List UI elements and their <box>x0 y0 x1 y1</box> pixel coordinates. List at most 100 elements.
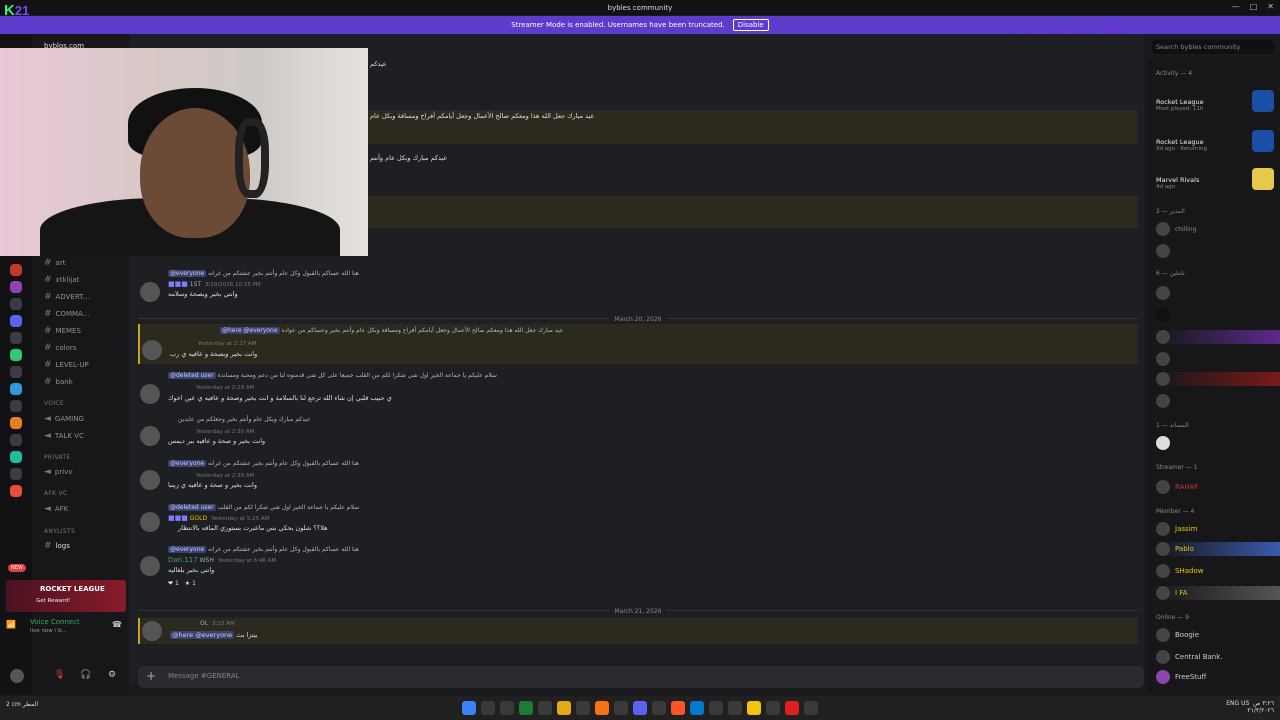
message-input[interactable]: + Message #GENERAL <box>138 666 1144 688</box>
app-icon[interactable] <box>652 701 666 715</box>
disconnect-icon[interactable]: ☎ <box>112 620 122 629</box>
app-icon[interactable] <box>804 701 818 715</box>
app-icon[interactable] <box>766 701 780 715</box>
minimize-icon[interactable]: — <box>1232 2 1240 11</box>
channel-level-up[interactable]: # LEVEL-UP <box>44 360 89 370</box>
server-icon[interactable] <box>10 298 22 310</box>
channel-memes[interactable]: # MEMES <box>44 326 81 336</box>
member-item[interactable] <box>1156 394 1280 408</box>
avatar[interactable] <box>10 669 24 683</box>
emoji-reaction[interactable]: ★ 1 <box>185 580 196 587</box>
avatar[interactable] <box>140 470 160 490</box>
server-icon[interactable] <box>10 468 22 480</box>
app-icon[interactable] <box>747 701 761 715</box>
gear-icon[interactable]: ⚙ <box>108 670 116 680</box>
close-icon[interactable]: ✕ <box>1267 2 1274 11</box>
folder-icon[interactable] <box>557 701 571 715</box>
activity-item[interactable]: Rocket League 9d ago · Returning <box>1156 130 1274 152</box>
headphones-icon[interactable]: 🎧 <box>80 670 91 680</box>
category-voice[interactable]: VOICE <box>44 400 64 407</box>
avatar[interactable] <box>142 621 162 641</box>
search-input[interactable]: Search bybles community <box>1152 40 1274 54</box>
firefox-icon[interactable] <box>595 701 609 715</box>
server-icon[interactable] <box>10 332 22 344</box>
maximize-icon[interactable]: □ <box>1250 2 1258 11</box>
member-item[interactable] <box>1156 330 1280 344</box>
reply-preview[interactable]: عيدكم مبارك وبكل عام وأنتم بخير وجعلكم م… <box>178 416 311 423</box>
vscode-icon[interactable] <box>690 701 704 715</box>
server-icon[interactable] <box>10 451 22 463</box>
channel-privv[interactable]: ◄ privv <box>44 467 72 477</box>
mute-icon[interactable]: 🎙 <box>54 670 65 680</box>
server-icon[interactable] <box>10 434 22 446</box>
reply-preview[interactable]: @deleted user سلام عليكم يا جماعة الخير … <box>168 504 359 511</box>
activity-item[interactable]: Marvel Rivals 4d ago <box>1156 168 1274 190</box>
reply-preview[interactable]: @here @everyone عيد مبارك جعل الله هذا و… <box>220 327 563 334</box>
member-item[interactable] <box>1156 436 1280 450</box>
app-icon[interactable] <box>538 701 552 715</box>
server-icon[interactable] <box>10 366 22 378</box>
member-pablo[interactable]: Pablo <box>1156 542 1280 556</box>
category-afk[interactable]: AFK VC <box>44 490 68 497</box>
brave-icon[interactable] <box>671 701 685 715</box>
reply-preview[interactable]: @everyone هنا الله عساكم بالقبول وكل عام… <box>168 460 359 467</box>
category-analysts[interactable]: ANYLISTS <box>44 528 75 535</box>
system-tray[interactable]: ENG US ٣:٢٦ ص ٢١/٣/٢٠٢٦ <box>1226 700 1274 714</box>
disable-button[interactable]: Disable <box>732 19 769 31</box>
voice-channel-talk[interactable]: ◄ TALK VC <box>44 431 84 441</box>
taskview-icon[interactable] <box>500 701 514 715</box>
reply-preview[interactable]: @everyone هنا الله عساكم بالقبول وكل عام… <box>168 546 359 553</box>
avatar[interactable] <box>140 426 160 446</box>
app-icon[interactable] <box>576 701 590 715</box>
voice-channel-gaming[interactable]: ◄ GAMING <box>44 414 84 424</box>
member-ifa[interactable]: I FA <box>1156 586 1280 600</box>
channel-colors[interactable]: # colors <box>44 343 76 353</box>
app-icon[interactable] <box>614 701 628 715</box>
activity-item[interactable]: Rocket League Most played: 11h <box>1156 90 1274 112</box>
server-icon[interactable] <box>10 281 22 293</box>
app-icon[interactable] <box>728 701 742 715</box>
server-icon[interactable] <box>10 485 22 497</box>
avatar[interactable] <box>140 556 160 576</box>
member-item[interactable] <box>1156 244 1280 258</box>
channel-afk[interactable]: ◄ AFK <box>44 504 68 514</box>
reply-preview[interactable]: @deleted user سلام عليكم يا جماعة الخير … <box>168 372 497 379</box>
member-item[interactable] <box>1156 308 1280 322</box>
server-icon[interactable] <box>10 383 22 395</box>
channel-art[interactable]: # art <box>44 258 65 268</box>
discord-icon[interactable] <box>633 701 647 715</box>
server-icon[interactable] <box>10 349 22 361</box>
avatar[interactable] <box>142 340 162 360</box>
heart-reaction[interactable]: ❤ 1 <box>168 580 179 587</box>
member-boogie[interactable]: Boogie <box>1156 628 1280 642</box>
avatar[interactable] <box>140 512 160 532</box>
member-jassim[interactable]: Jassim <box>1156 522 1280 536</box>
start-icon[interactable] <box>462 701 476 715</box>
member-item[interactable] <box>1156 286 1280 300</box>
channel-logs[interactable]: # logs <box>44 541 70 551</box>
app-icon[interactable] <box>709 701 723 715</box>
member-central-bank[interactable]: Central Bank. <box>1156 650 1280 664</box>
reply-preview[interactable]: @everyone هنا الله عساكم بالقبول وكل عام… <box>168 270 359 277</box>
search-icon[interactable] <box>481 701 495 715</box>
avatar[interactable] <box>140 384 160 404</box>
member-item[interactable]: chilling <box>1156 222 1280 236</box>
member-shadow[interactable]: SHadow <box>1156 564 1280 578</box>
member-item[interactable]: RAHAF <box>1156 480 1280 494</box>
channel-comma[interactable]: # COMMA... <box>44 309 89 319</box>
channel-bank[interactable]: # bank <box>44 377 73 387</box>
server-icon[interactable] <box>10 417 22 429</box>
weather-widget[interactable]: 2 cm المطر <box>6 701 38 708</box>
member-freestuff[interactable]: FreeStuff <box>1156 670 1280 684</box>
category-private[interactable]: PRIVATE <box>44 454 70 461</box>
server-icon[interactable] <box>10 264 22 276</box>
member-item[interactable] <box>1156 352 1280 366</box>
channel-xtklijat[interactable]: # xtklijat <box>44 275 79 285</box>
rocket-league-promo[interactable]: ROCKET LEAGUE Get Reward! <box>6 580 126 612</box>
server-icon[interactable] <box>10 400 22 412</box>
avatar[interactable] <box>140 282 160 302</box>
plus-icon[interactable]: + <box>146 669 156 683</box>
excel-icon[interactable] <box>519 701 533 715</box>
channel-advert[interactable]: # ADVERT... <box>44 292 89 302</box>
app-icon[interactable] <box>785 701 799 715</box>
